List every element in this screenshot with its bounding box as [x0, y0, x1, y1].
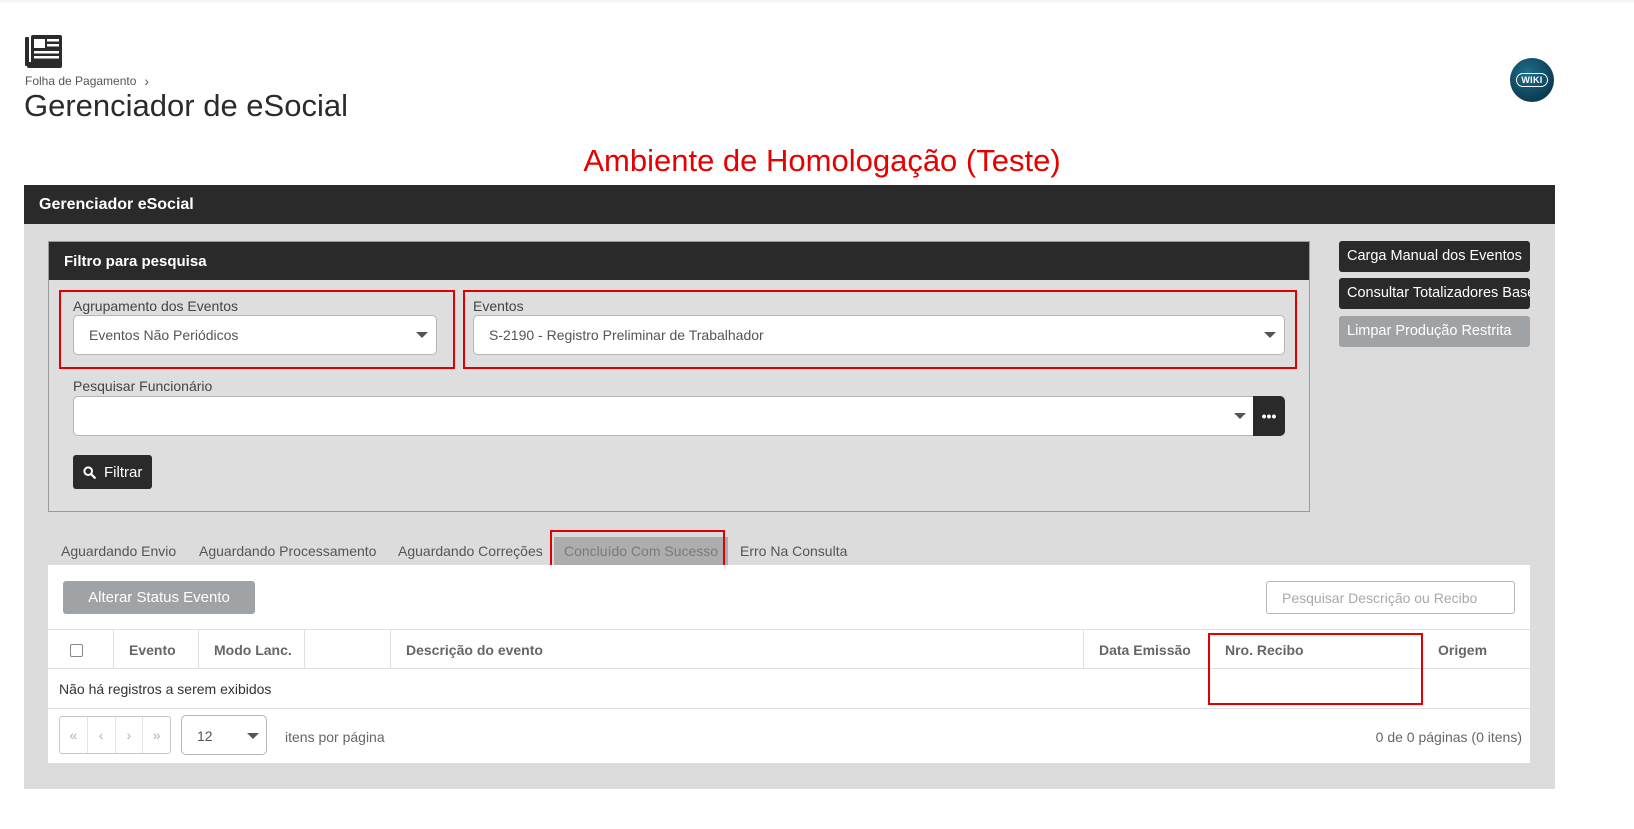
- page-size-select[interactable]: 12: [181, 715, 267, 755]
- wiki-button[interactable]: WIKI: [1510, 58, 1554, 102]
- manual-load-button[interactable]: Carga Manual dos Eventos: [1339, 241, 1530, 272]
- tab-erro-na-consulta[interactable]: Erro Na Consulta: [740, 543, 847, 559]
- breadcrumb-item-folha[interactable]: Folha de Pagamento: [25, 74, 136, 88]
- employee-search-select[interactable]: [73, 396, 1255, 436]
- header-nro-recibo[interactable]: Nro. Recibo: [1210, 630, 1423, 669]
- pager-buttons: « ‹ › »: [59, 716, 171, 754]
- header-select-cell: [48, 630, 113, 669]
- chevron-right-icon[interactable]: ›: [114, 717, 143, 753]
- page-info: 0 de 0 páginas (0 itens): [1375, 729, 1522, 745]
- events-select-value: S-2190 - Registro Preliminar de Trabalha…: [489, 327, 764, 343]
- filter-panel-title: Filtro para pesquisa: [49, 242, 1309, 280]
- filter-button[interactable]: Filtrar: [73, 455, 152, 489]
- chevron-left-icon[interactable]: ‹: [86, 717, 115, 753]
- grouping-select-value: Eventos Não Periódicos: [89, 327, 239, 343]
- double-chevron-right-icon[interactable]: »: [142, 717, 170, 753]
- header-blank: [304, 630, 390, 669]
- caret-down-icon: [1264, 332, 1276, 338]
- empty-message: Não há registros a serem exibidos: [48, 669, 1530, 709]
- tab-aguardando-processamento[interactable]: Aguardando Processamento: [199, 543, 376, 559]
- more-options-button[interactable]: •••: [1253, 396, 1285, 436]
- tab-aguardando-envio[interactable]: Aguardando Envio: [61, 543, 176, 559]
- table-header: Evento Modo Lanc. Descrição do evento Da…: [48, 629, 1530, 669]
- wiki-label: WIKI: [1516, 73, 1548, 87]
- clear-restricted-button[interactable]: Limpar Produção Restrita: [1339, 316, 1530, 347]
- header-evento[interactable]: Evento: [113, 630, 198, 669]
- main-panel-header: Gerenciador eSocial: [24, 185, 1555, 224]
- header-origem[interactable]: Origem: [1423, 630, 1530, 669]
- employee-search-label: Pesquisar Funcionário: [73, 378, 213, 394]
- newspaper-icon: [25, 35, 62, 68]
- per-page-label: itens por página: [285, 729, 385, 745]
- filter-button-label: Filtrar: [104, 463, 143, 481]
- header-modo-lanc[interactable]: Modo Lanc.: [198, 630, 304, 669]
- pager: « ‹ › » 12 itens por página 0 de 0 págin…: [48, 709, 1530, 763]
- search-icon: [83, 465, 96, 479]
- events-grid: Alterar Status Evento Evento Modo Lanc. …: [48, 565, 1530, 763]
- chevron-right-icon: ›: [144, 73, 150, 89]
- page-title: Gerenciador de eSocial: [24, 88, 348, 123]
- tab-concluido-com-sucesso[interactable]: Concluído Com Sucesso: [554, 537, 729, 565]
- top-divider: [0, 0, 1634, 4]
- select-all-checkbox[interactable]: [70, 644, 83, 657]
- filter-panel: Filtro para pesquisa Agrupamento dos Eve…: [48, 241, 1310, 512]
- header-descricao[interactable]: Descrição do evento: [390, 630, 1083, 669]
- environment-banner: Ambiente de Homologação (Teste): [583, 143, 1061, 178]
- grouping-label: Agrupamento dos Eventos: [73, 298, 238, 314]
- tab-aguardando-correcoes[interactable]: Aguardando Correções: [398, 543, 543, 559]
- caret-down-icon: [247, 733, 259, 739]
- grouping-select[interactable]: Eventos Não Periódicos: [73, 315, 437, 355]
- main-panel-body: Filtro para pesquisa Agrupamento dos Eve…: [24, 224, 1555, 789]
- breadcrumb: Folha de Pagamento ›: [25, 73, 149, 89]
- events-select[interactable]: S-2190 - Registro Preliminar de Trabalha…: [473, 315, 1285, 355]
- caret-down-icon: [416, 332, 428, 338]
- events-label: Eventos: [473, 298, 524, 314]
- double-chevron-left-icon[interactable]: «: [60, 717, 87, 753]
- page: Folha de Pagamento › Gerenciador de eSoc…: [0, 0, 1634, 829]
- grid-search-input[interactable]: [1266, 581, 1515, 614]
- caret-down-icon: [1234, 413, 1246, 419]
- totalizers-button[interactable]: Consultar Totalizadores Base: [1339, 278, 1530, 309]
- header-data-emissao[interactable]: Data Emissão: [1083, 630, 1210, 669]
- page-size-value: 12: [197, 728, 213, 744]
- alter-status-button[interactable]: Alterar Status Evento: [63, 581, 255, 614]
